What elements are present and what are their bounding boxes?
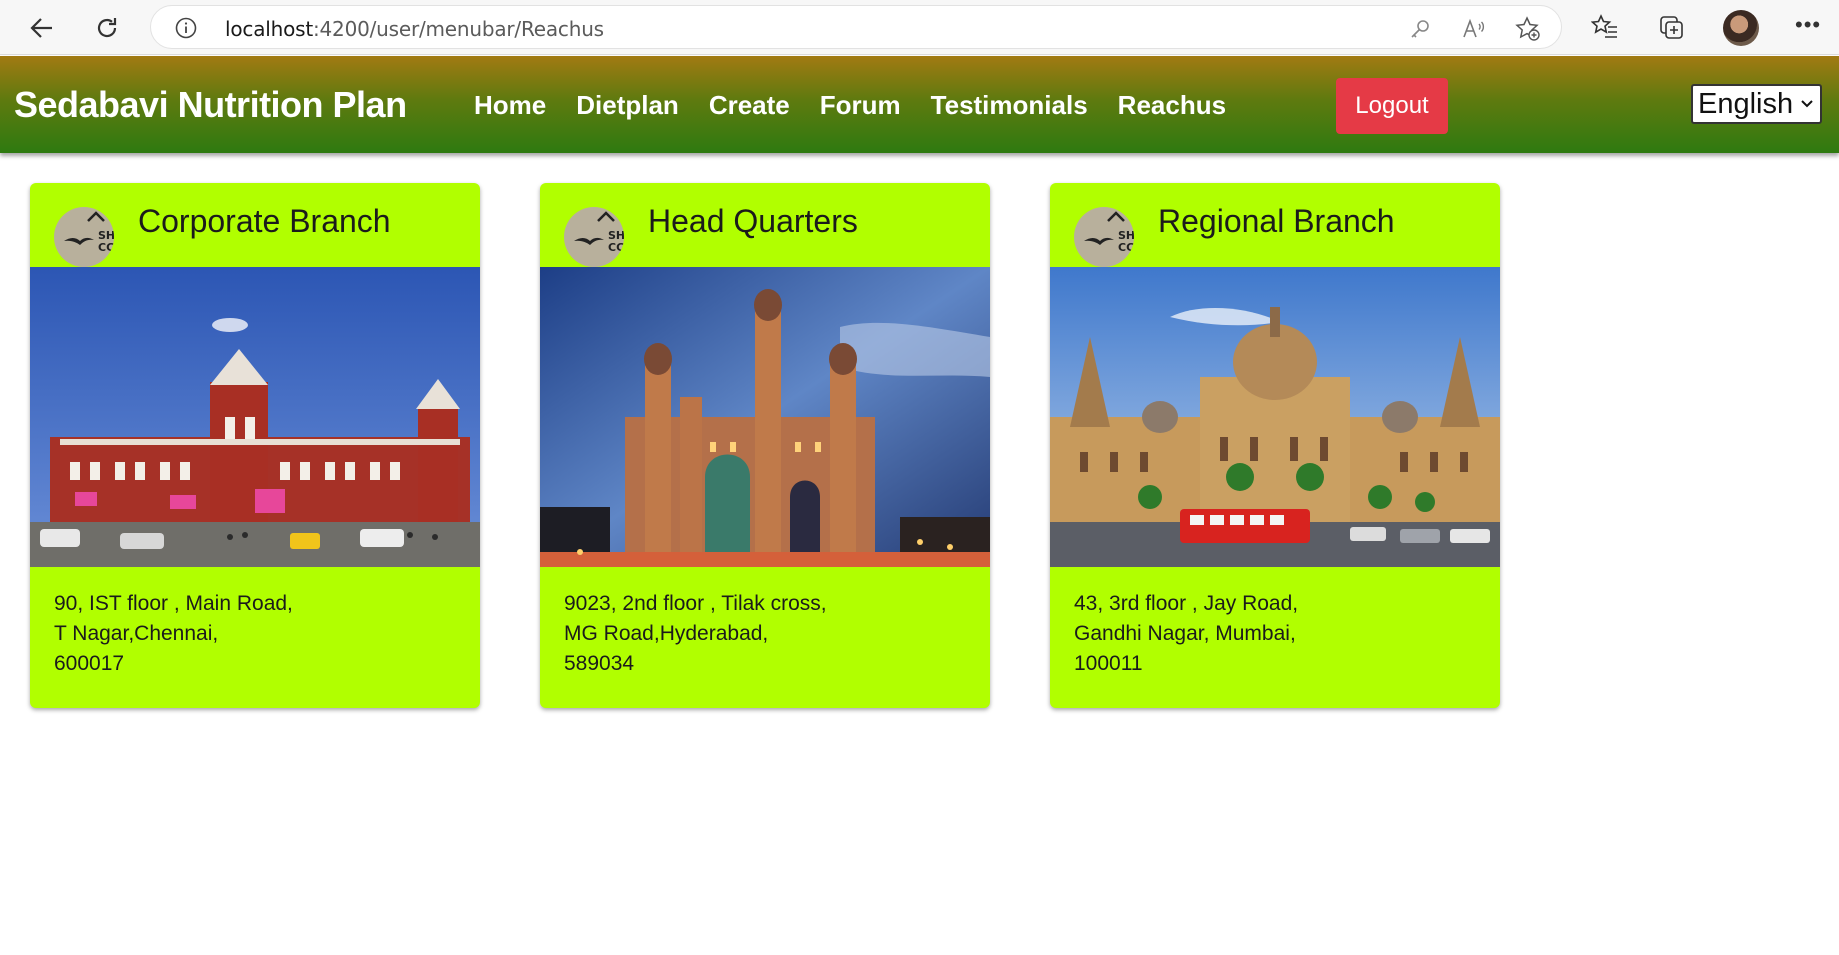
company-logo: SH CC [564,207,624,267]
address-line: Gandhi Nagar, Mumbai, [1074,622,1296,645]
branch-photo-hyderabad [540,267,990,567]
address-line: 600017 [54,652,125,675]
card-header: SH CC Corporate Branch [30,183,480,267]
branch-card-headquarters: SH CC Head Quarters 9023, 2nd floor , Til… [540,183,990,708]
card-header: SH CC Regional Branch [1050,183,1500,267]
card-title: Corporate Branch [138,203,391,239]
card-title: Regional Branch [1158,203,1395,239]
address-line: 90, IST floor , Main Road, [54,592,293,615]
favorites-icon[interactable] [1590,12,1620,42]
url-text: localhost:4200/user/menubar/Reachus [225,17,604,41]
branch-photo-chennai [30,267,480,567]
company-logo: SH CC [54,207,114,267]
chevron-down-icon [1801,100,1813,108]
menu-testimonials[interactable]: Testimonials [931,90,1088,121]
branch-address: 90, IST floor , Main Road, T Nagar,Chenn… [54,589,293,679]
profile-avatar[interactable] [1723,10,1759,46]
menu-forum[interactable]: Forum [820,90,901,121]
address-line: 100011 [1074,652,1143,675]
address-bar[interactable]: localhost:4200/user/menubar/Reachus [150,5,1562,49]
branch-address: 43, 3rd floor , Jay Road, Gandhi Nagar, … [1074,589,1298,679]
card-title: Head Quarters [648,203,858,239]
reload-icon [97,18,117,38]
url-host: localhost [225,17,313,41]
branch-photo-mumbai [1050,267,1500,567]
language-value: English [1698,87,1794,120]
address-line: 43, 3rd floor , Jay Road, [1074,592,1299,615]
svg-text:CC: CC [608,241,624,254]
password-key-icon[interactable] [1407,16,1433,42]
svg-text:CC: CC [98,241,114,254]
menu-dietplan[interactable]: Dietplan [576,90,679,121]
menu-reachus[interactable]: Reachus [1118,90,1226,121]
app-navbar: Sedabavi Nutrition Plan Home Dietplan Cr… [0,56,1839,153]
more-menu-icon[interactable]: ••• [1795,12,1821,38]
branch-card-corporate: SH CC Corporate Branch 90, IST floor , M… [30,183,480,708]
main-menu: Home Dietplan Create Forum Testimonials … [474,90,1226,121]
card-header: SH CC Head Quarters [540,183,990,267]
address-line: MG Road,Hyderabad, [564,622,769,645]
add-favorite-icon[interactable] [1515,16,1541,42]
company-logo: SH CC [1074,207,1134,267]
back-button[interactable] [24,10,60,46]
menu-home[interactable]: Home [474,90,546,121]
svg-text:CC: CC [1118,241,1134,254]
url-path: :4200/user/menubar/Reachus [312,17,604,41]
branch-card-regional: SH CC Regional Branch 43, 3rd floor , Jay… [1050,183,1500,708]
logout-button[interactable]: Logout [1336,78,1448,134]
address-line: T Nagar,Chennai, [54,622,219,645]
info-icon[interactable] [175,17,197,39]
back-arrow-icon [30,18,52,38]
address-line: 589034 [564,652,635,675]
branch-address: 9023, 2nd floor , Tilak cross, MG Road,H… [564,589,827,679]
brand-title: Sedabavi Nutrition Plan [14,84,407,125]
reload-button[interactable] [89,10,125,46]
collections-icon[interactable] [1656,12,1686,42]
menu-create[interactable]: Create [709,90,790,121]
browser-toolbar: localhost:4200/user/menubar/Reachus ••• [0,0,1839,55]
read-aloud-icon[interactable] [1461,16,1487,42]
language-select[interactable]: English [1691,84,1822,124]
address-line: 9023, 2nd floor , Tilak cross, [564,592,827,615]
